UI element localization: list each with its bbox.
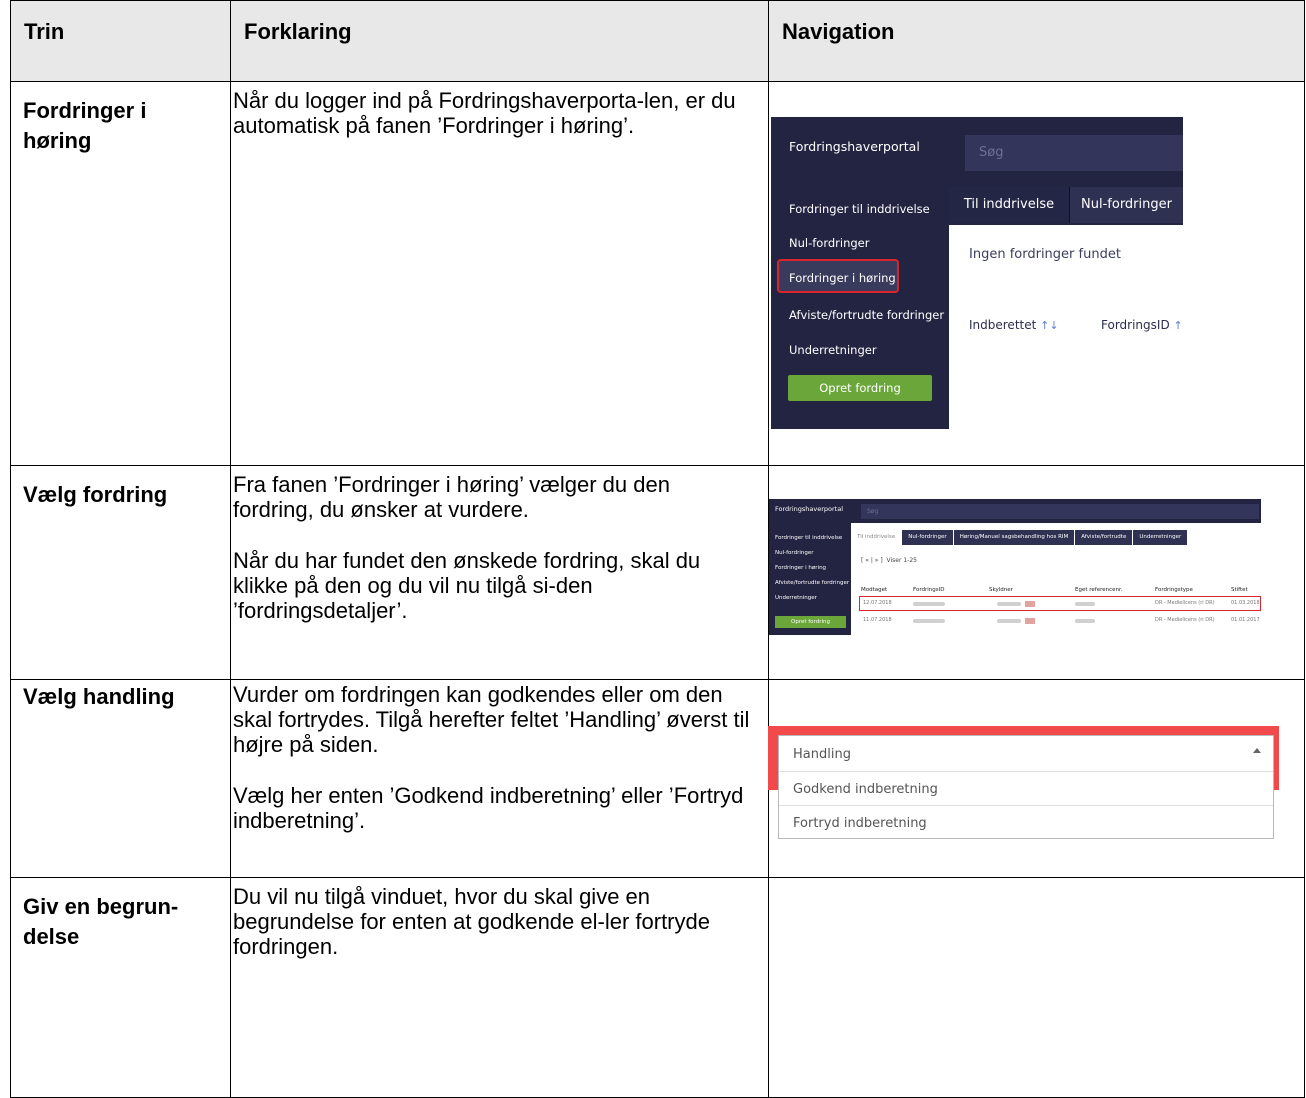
tab-til-inddrivelse[interactable]: Til inddrivelse	[949, 187, 1070, 223]
sort-icon: ↑	[1173, 319, 1183, 332]
table-row: Vælg handling Vurder om fordringen kan g…	[10, 679, 1305, 878]
row-stiftet: 01.03.2018	[1231, 600, 1260, 606]
row-type: DR - Medielicens (ri DR)	[1155, 617, 1215, 623]
column-modtaget[interactable]: Modtaget	[861, 587, 887, 593]
step-explanation: Når du logger ind på Fordringshaverporta…	[230, 81, 769, 466]
tab-nul-fordringer[interactable]: Nul-fordringer	[1070, 187, 1183, 223]
header-forklaring: Forklaring	[230, 0, 769, 82]
row-date: 11.07.2018	[863, 617, 892, 623]
column-fordringstype[interactable]: Fordringstype	[1155, 587, 1193, 593]
search-input[interactable]: Søg	[965, 135, 1183, 171]
sort-icon: ↑↓	[1040, 319, 1059, 332]
tab-bar: Til inddrivelse Nul-fordringer Høring/Ma…	[851, 530, 1188, 545]
column-fordringsid[interactable]: FordringsID	[913, 587, 944, 593]
navigation-screenshot-cell: Fordringshaverportal Søg Fordringer til …	[768, 465, 1305, 680]
tab-afviste[interactable]: Afviste/fortrudte	[1075, 530, 1133, 545]
column-skyldner[interactable]: Skyldner	[989, 587, 1013, 593]
option-fortryd[interactable]: Fortryd indberetning	[779, 805, 1273, 840]
empty-message: Ingen fordringer fundet	[969, 247, 1121, 262]
sidebar-item-nul[interactable]: Nul-fordringer	[789, 236, 869, 250]
step-label: Vælg fordring	[10, 465, 231, 680]
handling-dropdown-screenshot: Handling Godkend indberetning Fortryd in…	[768, 726, 1279, 843]
row-date: 12.07.2018	[863, 600, 892, 606]
caret-up-icon	[1253, 748, 1261, 753]
table-row: Giv en begrun-delse Du vil nu tilgå vind…	[10, 877, 1305, 1098]
step-explanation: Du vil nu tilgå vinduet, hvor du skal gi…	[230, 877, 769, 1098]
navigation-screenshot-cell: Fordringshaverportal Søg Fordringer til …	[768, 81, 1305, 466]
column-indberettet[interactable]: Indberettet ↑↓	[969, 318, 1059, 332]
guide-table: Trin Forklaring Navigation Fordringer i …	[10, 0, 1305, 1098]
search-input[interactable]: Søg	[861, 504, 1259, 519]
portal-screenshot-hoering: Fordringshaverportal Søg Fordringer til …	[771, 117, 1183, 429]
header-trin: Trin	[10, 0, 231, 82]
tab-underretninger[interactable]: Underretninger	[1133, 530, 1188, 545]
sidebar-item-afviste[interactable]: Afviste/fortrudte fordringer	[775, 580, 849, 586]
column-eget-ref[interactable]: Eget referencenr.	[1075, 587, 1123, 593]
step-label: Fordringer i høring	[10, 81, 231, 466]
header-navigation: Navigation	[768, 0, 1305, 82]
navigation-screenshot-cell: Handling Godkend indberetning Fortryd in…	[768, 679, 1305, 878]
column-stiftet[interactable]: Stiftet	[1231, 587, 1248, 593]
sidebar-item-nul[interactable]: Nul-fordringer	[775, 550, 813, 556]
sidebar-item-afviste[interactable]: Afviste/fortrudte fordringer	[789, 308, 944, 322]
step-explanation: Fra fanen ’Fordringer i høring’ vælger d…	[230, 465, 769, 680]
handling-select[interactable]: Handling	[779, 736, 1273, 771]
step-explanation: Vurder om fordringen kan godkendes eller…	[230, 679, 769, 878]
option-godkend[interactable]: Godkend indberetning	[779, 771, 1273, 806]
pager: [ « | » ] Viser 1-25	[861, 557, 917, 564]
sidebar-item-inddrivelse[interactable]: Fordringer til inddrivelse	[789, 202, 930, 216]
portal-brand: Fordringshaverportal	[789, 139, 920, 154]
step-label: Vælg handling	[10, 679, 231, 878]
table-row: Vælg fordring Fra fanen ’Fordringer i hø…	[10, 465, 1305, 680]
handling-dropdown[interactable]: Handling Godkend indberetning Fortryd in…	[778, 735, 1274, 839]
tab-hoering-manuel[interactable]: Høring/Manuel sagsbehandling hos RIM	[953, 530, 1075, 545]
portal-screenshot-list: Fordringshaverportal Søg Fordringer til …	[769, 499, 1261, 635]
sidebar-item-hoering[interactable]: Fordringer i høring	[789, 271, 896, 285]
tab-til-inddrivelse[interactable]: Til inddrivelse	[851, 530, 902, 545]
pager-arrows-icon[interactable]: [ « | » ]	[861, 557, 883, 564]
header-row: Trin Forklaring Navigation	[10, 0, 1305, 82]
tab-nul-fordringer[interactable]: Nul-fordringer	[902, 530, 953, 545]
sidebar-item-underretninger[interactable]: Underretninger	[789, 343, 877, 357]
step-label: Giv en begrun-delse	[10, 877, 231, 1098]
opret-fordring-button[interactable]: Opret fordring	[775, 616, 846, 628]
table-row: Fordringer i høring Når du logger ind på…	[10, 81, 1305, 466]
column-fordringsid[interactable]: FordringsID ↑	[1101, 318, 1183, 332]
opret-fordring-button[interactable]: Opret fordring	[788, 375, 932, 401]
sidebar-item-hoering[interactable]: Fordringer i høring	[775, 565, 826, 571]
sidebar-item-underretninger[interactable]: Underretninger	[775, 595, 817, 601]
portal-brand: Fordringshaverportal	[775, 505, 844, 513]
row-type: DR - Medielicens (ri DR)	[1155, 600, 1215, 606]
row-stiftet: 01.01.2017	[1231, 617, 1260, 623]
navigation-empty-cell	[768, 877, 1305, 1098]
sidebar-item-inddrivelse[interactable]: Fordringer til inddrivelse	[775, 535, 842, 541]
